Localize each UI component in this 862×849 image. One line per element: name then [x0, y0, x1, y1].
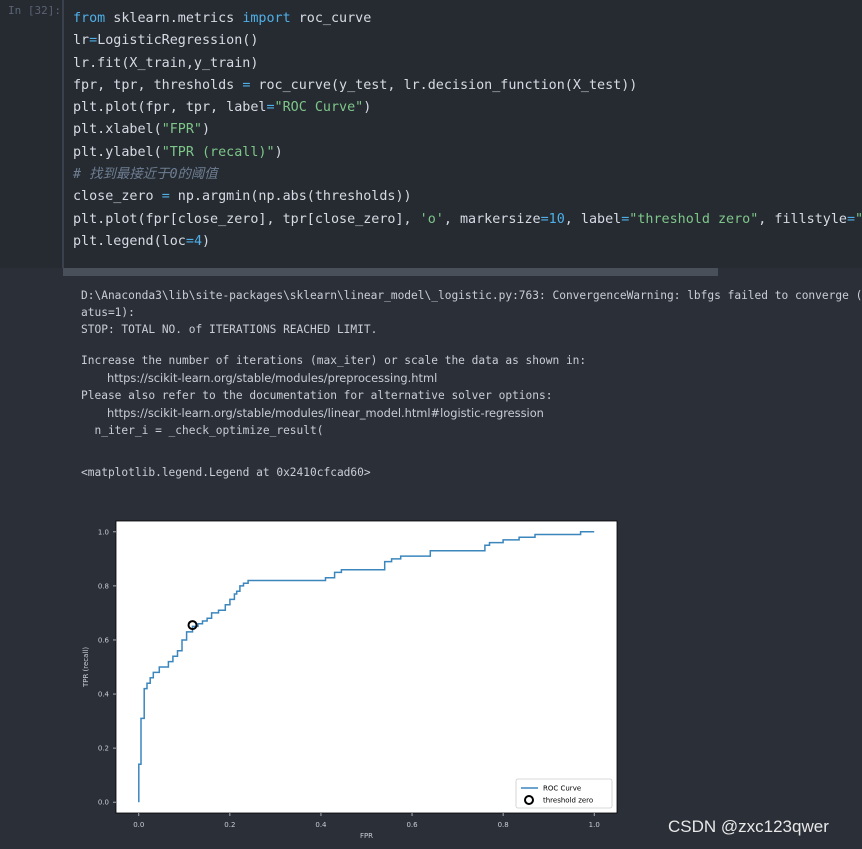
code-line: lr.fit(X_train,y_train): [73, 55, 259, 71]
x-tick-label: 0.4: [315, 821, 327, 829]
advice-line-1: Increase the number of iterations (max_i…: [81, 354, 587, 367]
x-tick-label: 0.2: [224, 821, 235, 829]
plot-area: [115, 520, 618, 814]
x-tick-label: 0.8: [498, 821, 509, 829]
y-tick-label: 0.0: [98, 799, 109, 807]
advice-line-2: Please also refer to the documentation f…: [81, 389, 553, 402]
y-tick-label: 0.2: [98, 745, 109, 753]
code-line: plt.plot(fpr[close_zero], tpr[close_zero…: [73, 211, 862, 227]
logistic-regression-link[interactable]: https://scikit-learn.org/stable/modules/…: [107, 405, 544, 422]
code-line: plt.xlabel("FPR"): [73, 122, 211, 138]
input-gutter: [62, 0, 64, 268]
input-cell[interactable]: In [32]: from sklearn.metrics import roc…: [0, 0, 862, 268]
code-line: # 找到最接近于0的阈值: [73, 167, 218, 183]
code-line: from sklearn.metrics import roc_curve: [73, 11, 372, 26]
x-tick-label: 1.0: [589, 821, 600, 829]
code-line: fpr, tpr, thresholds = roc_curve(y_test,…: [73, 77, 638, 93]
code-line: plt.plot(fpr, tpr, label="ROC Curve"): [73, 100, 372, 116]
output-repr: <matplotlib.legend.Legend at 0x2410cfcad…: [81, 466, 371, 479]
code-line: plt.legend(loc=4): [73, 233, 211, 249]
code-line: lr=LogisticRegression(): [73, 33, 259, 49]
y-tick-label: 1.0: [98, 528, 109, 536]
y-tick-label: 0.6: [98, 636, 110, 644]
preprocessing-link[interactable]: https://scikit-learn.org/stable/modules/…: [107, 370, 437, 387]
cell-prompt: In [32]:: [8, 4, 61, 17]
roc-plot: 0.0 0.2 0.4 0.6 0.8 1.0 0.0 0.2 0.4 0.6 0.8 1.0 FPR T…: [72, 510, 632, 845]
legend-threshold-label: threshold zero: [543, 797, 593, 805]
warning-line-3: STOP: TOTAL NO. of ITERATIONS REACHED LI…: [81, 323, 378, 336]
code-line: close_zero = np.argmin(np.abs(thresholds…: [73, 189, 412, 205]
y-axis-label: TPR (recall): [82, 647, 90, 688]
advice-line-3: n_iter_i = _check_optimize_result(: [81, 424, 324, 437]
watermark: CSDN @zxc123qwer: [668, 817, 829, 836]
code-line: plt.ylabel("TPR (recall)"): [73, 144, 283, 160]
warning-line-1: D:\Anaconda3\lib\site-packages\sklearn\l…: [81, 289, 862, 302]
horizontal-scrollbar[interactable]: [63, 268, 718, 276]
warning-line-2: atus=1):: [81, 306, 135, 319]
code-editor[interactable]: from sklearn.metrics import roc_curve lr=…: [73, 8, 862, 253]
x-tick-label: 0.0: [133, 821, 144, 829]
x-axis-label: FPR: [360, 832, 373, 840]
x-tick-label: 0.6: [406, 821, 418, 829]
y-tick-label: 0.4: [98, 691, 110, 699]
y-tick-label: 0.8: [98, 582, 109, 590]
legend-roc-label: ROC Curve: [543, 785, 581, 793]
roc-chart-svg: 0.0 0.2 0.4 0.6 0.8 1.0 0.0 0.2 0.4 0.6 0.8 1.0 FPR T…: [82, 520, 618, 840]
